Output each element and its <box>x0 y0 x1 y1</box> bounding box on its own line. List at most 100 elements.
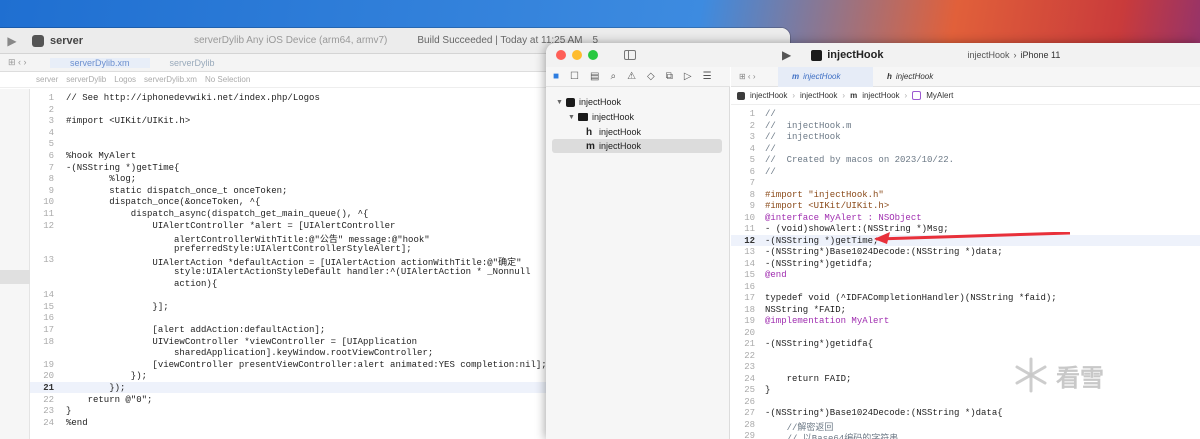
code-line[interactable]: // injectHook.m <box>765 121 851 131</box>
code-line[interactable]: sharedApplication].keyWindow.rootViewCon… <box>66 348 433 358</box>
jump-item[interactable]: MyAlert <box>926 91 953 100</box>
back-forward-icons[interactable]: ⊞ ‹ › <box>731 72 778 81</box>
code-line[interactable]: [alert addAction:defaultAction]; <box>66 325 325 335</box>
project-title: injectHook <box>827 49 884 61</box>
chevron-right-icon: › <box>1013 50 1017 60</box>
code-line[interactable]: #import <UIKit/UIKit.h> <box>765 201 889 211</box>
jump-item[interactable]: No Selection <box>205 75 250 84</box>
tab-injecthook-m[interactable]: m injectHook <box>778 66 873 87</box>
code-line[interactable]: }); <box>66 371 147 381</box>
jump-item[interactable]: injectHook <box>750 91 787 100</box>
jump-item[interactable]: serverDylib <box>66 75 106 84</box>
navigator-item-group[interactable]: ▼ injectHook <box>568 110 634 124</box>
line-number: 5 <box>749 155 755 165</box>
jump-item[interactable]: server <box>36 75 58 84</box>
code-line[interactable]: // <box>765 144 776 154</box>
code-line[interactable]: // Created by macos on 2023/10/22. <box>765 155 954 165</box>
code-line[interactable]: }); <box>66 383 125 393</box>
code-line[interactable]: [viewController presentViewController:al… <box>66 360 546 370</box>
tab-label: injectHook <box>803 72 841 81</box>
line-number: 13 <box>43 255 54 266</box>
navigator-item-header-file[interactable]: h injectHook <box>586 125 641 139</box>
scheme-name[interactable]: server <box>50 35 150 47</box>
line-number: 8 <box>48 174 54 185</box>
code-line[interactable]: return FAID; <box>765 374 852 384</box>
code-line[interactable]: // See http://iphonedevwiki.net/index.ph… <box>66 93 320 103</box>
tab-serverdylib[interactable]: serverDylib <box>150 58 235 68</box>
run-button[interactable]: ▶ <box>0 34 24 48</box>
code-line[interactable]: // injectHook <box>765 132 841 142</box>
tab-injecthook-h[interactable]: h injectHook <box>873 67 968 87</box>
app-icon <box>811 49 823 61</box>
scheme-name[interactable]: injectHook <box>967 50 1009 60</box>
code-line[interactable]: -(NSString*)Base1024Decode:(NSString *)d… <box>765 408 1003 418</box>
code-line[interactable]: NSString *FAID; <box>765 305 846 315</box>
code-line[interactable]: -(NSString *)getTime; <box>765 236 878 246</box>
code-line[interactable]: typedef void (^IDFACompletionHandler)(NS… <box>765 293 1057 303</box>
close-window-button[interactable] <box>556 50 566 60</box>
code-line[interactable]: // <box>765 109 776 119</box>
navigator-selector-bar: ■ ☐ ▤ ⌕ ⚠ ◇ ⧉ ▷ ☰ <box>546 67 730 87</box>
issue-icon[interactable]: ⚠ <box>627 71 636 82</box>
destination-selector[interactable]: serverDylib Any iOS Device (arm64, armv7… <box>194 35 387 46</box>
code-line[interactable]: %end <box>66 418 88 428</box>
code-line[interactable]: -(NSString*)Base1024Decode:(NSString *)d… <box>765 247 1003 257</box>
code-line[interactable]: -(NSString*)getidfa{ <box>765 339 873 349</box>
line-number: 3 <box>48 116 54 127</box>
disclosure-icon[interactable]: ▼ <box>556 99 563 106</box>
code-line[interactable]: // <box>765 167 776 177</box>
line-number: 26 <box>744 396 755 407</box>
code-line[interactable]: static dispatch_once_t onceToken; <box>66 186 287 196</box>
device-name[interactable]: iPhone 11 <box>1021 50 1061 60</box>
scheme-destination-selector[interactable]: injectHook › iPhone 11 <box>967 50 1060 60</box>
jump-item[interactable]: injectHook <box>862 91 899 100</box>
breakpoint-icon[interactable]: ▷ <box>684 71 692 82</box>
header-file-icon: h <box>586 126 593 138</box>
code-line[interactable]: // 以Base64编码的字符串 <box>765 431 899 439</box>
code-line[interactable]: dispatch_async(dispatch_get_main_queue()… <box>66 209 369 219</box>
folder-icon[interactable]: ■ <box>553 71 559 82</box>
disclosure-icon[interactable]: ▼ <box>568 114 575 121</box>
navigator-item-project[interactable]: ▼ injectHook <box>556 95 621 109</box>
minimize-window-button[interactable] <box>572 50 582 60</box>
code-editor-injecthook[interactable]: 1 // 2 // injectHook.m 3 // injectHook 4 // 5 // … <box>731 105 1200 439</box>
test-icon[interactable]: ◇ <box>647 71 655 82</box>
navigator-item-impl-file[interactable]: m injectHook <box>552 139 722 153</box>
code-line[interactable]: @end <box>765 270 787 280</box>
run-button[interactable]: ▶ <box>782 48 791 62</box>
code-line[interactable]: -(NSString*)getidfa; <box>765 259 873 269</box>
code-line[interactable]: @implementation MyAlert <box>765 316 889 326</box>
code-line[interactable]: }]; <box>66 302 168 312</box>
code-line[interactable]: } <box>765 385 770 395</box>
code-line[interactable]: #import "injectHook.h" <box>765 190 884 200</box>
tab-serverdylib-xm[interactable]: serverDylib.xm <box>50 57 150 68</box>
code-line[interactable]: %log; <box>66 174 136 184</box>
back-forward-icons[interactable]: ⊞ ‹ › <box>0 57 50 68</box>
code-line[interactable]: @interface MyAlert : NSObject <box>765 213 922 223</box>
code-line[interactable]: } <box>66 406 71 416</box>
line-number: 5 <box>48 139 54 150</box>
code-line[interactable]: dispatch_once(&onceToken, ^{ <box>66 197 260 207</box>
code-line[interactable]: UIAlertController *alert = [UIAlertContr… <box>66 221 395 231</box>
jump-item[interactable]: serverDylib.xm <box>144 75 197 84</box>
zoom-window-button[interactable] <box>588 50 598 60</box>
search-icon[interactable]: ⌕ <box>610 71 616 82</box>
symbol-icon[interactable]: ▤ <box>590 71 599 82</box>
code-line[interactable]: #import <UIKit/UIKit.h> <box>66 116 190 126</box>
report-icon[interactable]: ☰ <box>703 71 712 82</box>
code-line[interactable]: -(NSString *)getTime{ <box>66 163 179 173</box>
line-number: 2 <box>749 120 755 131</box>
line-number: 22 <box>744 350 755 361</box>
code-line[interactable]: return @"0"; <box>66 395 153 405</box>
code-line[interactable]: %hook MyAlert <box>66 151 136 161</box>
code-line[interactable]: action){ <box>66 279 217 289</box>
code-line[interactable]: style:UIAlertActionStyleDefault handler:… <box>66 267 530 277</box>
source-control-icon[interactable]: ☐ <box>570 71 579 82</box>
code-line[interactable]: preferredStyle:UIAlertControllerStyleAle… <box>66 244 412 254</box>
jump-item[interactable]: Logos <box>114 75 136 84</box>
line-number: 11 <box>744 224 755 234</box>
code-line[interactable]: UIViewController *viewController = [UIAp… <box>66 337 417 347</box>
jump-item[interactable]: injectHook <box>800 91 837 100</box>
sidebar-toggle-icon[interactable] <box>624 50 636 60</box>
debug-icon[interactable]: ⧉ <box>666 71 673 82</box>
